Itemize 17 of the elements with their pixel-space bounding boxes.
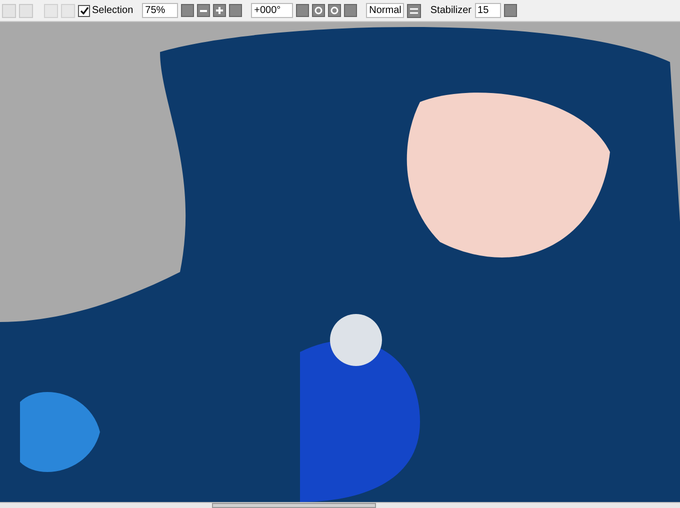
check-icon (80, 6, 88, 15)
zoom-out-button[interactable] (197, 4, 210, 17)
zoom-in-button[interactable] (213, 4, 226, 17)
flip-button[interactable] (407, 4, 422, 18)
reset-rotation-button[interactable] (344, 4, 358, 17)
blend-mode-button[interactable]: Normal (366, 3, 404, 18)
stabilizer-field[interactable]: 15 (474, 3, 501, 18)
rotation-field[interactable]: +000° (251, 3, 294, 18)
stabilizer-label: Stabilizer (430, 4, 472, 18)
flip-icon (409, 6, 420, 14)
rotate-left-button[interactable] (312, 4, 326, 17)
reset-zoom-button[interactable] (229, 4, 242, 17)
plus-icon (215, 6, 224, 15)
scrollbar-thumb[interactable] (212, 503, 376, 508)
zoom-field[interactable]: 75% (142, 3, 178, 18)
rotate-right-button[interactable] (328, 4, 342, 17)
selection-checkbox[interactable]: Selection (78, 3, 134, 18)
